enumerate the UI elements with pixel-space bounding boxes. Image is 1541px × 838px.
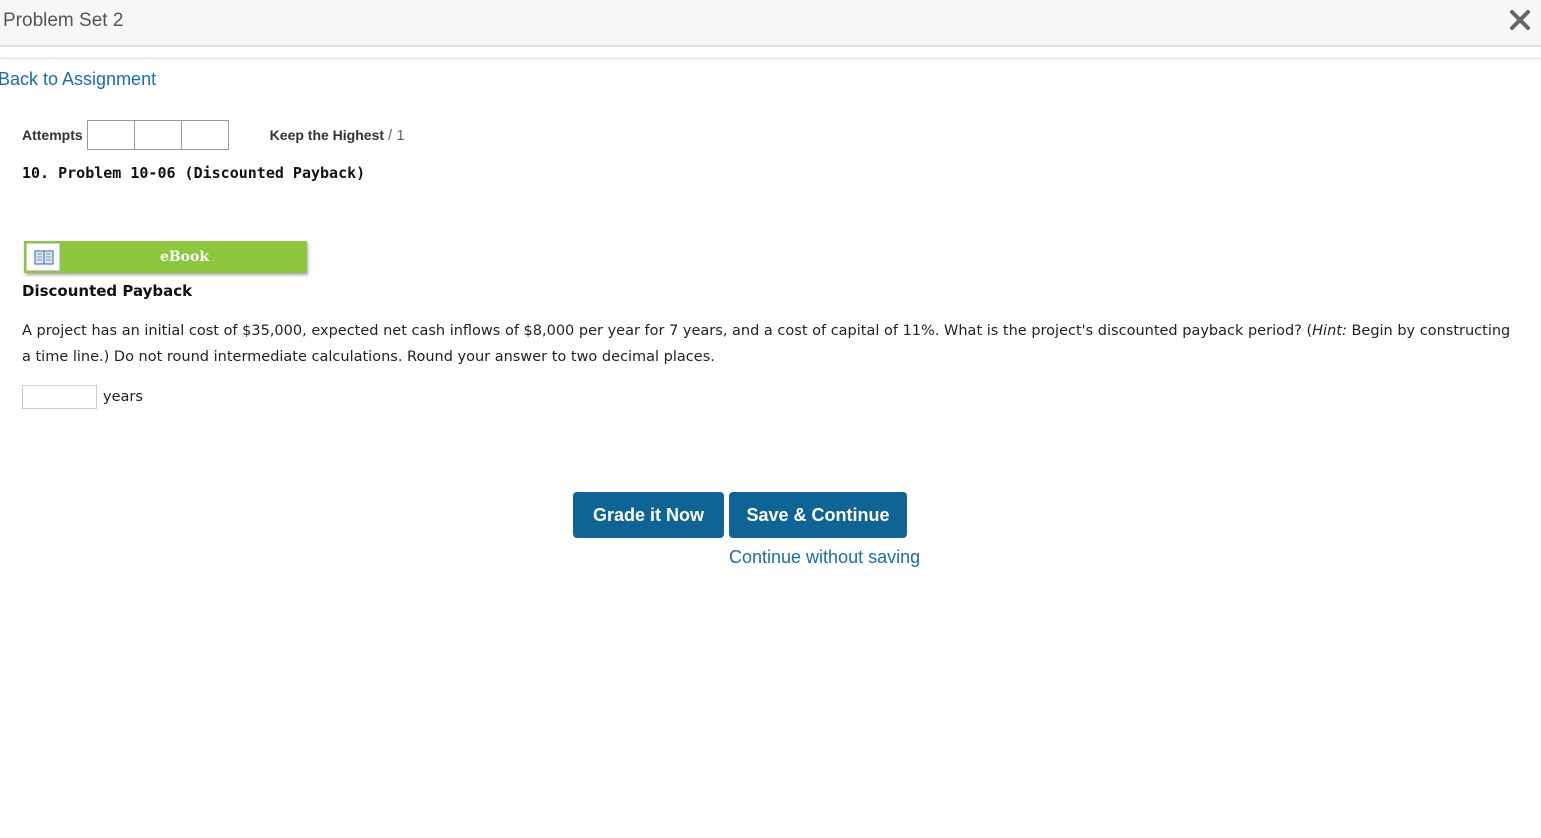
- answer-input[interactable]: [22, 385, 97, 409]
- attempts-label: Attempts: [22, 127, 83, 143]
- title-bar: Problem Set 2: [0, 0, 1541, 47]
- book-icon: [26, 243, 60, 271]
- attempts-row: Attempts Keep the Highest / 1: [22, 120, 405, 150]
- attempt-box: [134, 121, 182, 149]
- continue-without-saving-link[interactable]: Continue without saving: [729, 547, 920, 568]
- window-title: Problem Set 2: [3, 10, 124, 31]
- ebook-button[interactable]: eBook: [24, 241, 307, 273]
- header-divider: [0, 57, 1541, 60]
- answer-row: years: [22, 385, 143, 409]
- section-heading: Discounted Payback: [22, 282, 193, 300]
- problem-title: 10. Problem 10-06 (Discounted Payback): [22, 164, 366, 182]
- keep-highest-label: Keep the Highest: [269, 127, 385, 143]
- attempt-box: [87, 121, 135, 149]
- question-text: A project has an initial cost of $35,000…: [22, 318, 1512, 370]
- attempt-boxes: [86, 120, 229, 150]
- attempt-box: [181, 121, 228, 149]
- close-icon[interactable]: [1509, 7, 1531, 33]
- back-to-assignment-link[interactable]: Back to Assignment: [0, 69, 156, 90]
- ebook-label: eBook: [159, 249, 210, 265]
- question-part-1: A project has an initial cost of $35,000…: [22, 323, 1313, 339]
- answer-units: years: [103, 389, 143, 405]
- save-and-continue-button[interactable]: Save & Continue: [729, 492, 907, 538]
- keep-highest-value: / 1: [388, 126, 405, 144]
- question-hint: Hint:: [1312, 323, 1347, 339]
- grade-it-now-button[interactable]: Grade it Now: [573, 492, 724, 538]
